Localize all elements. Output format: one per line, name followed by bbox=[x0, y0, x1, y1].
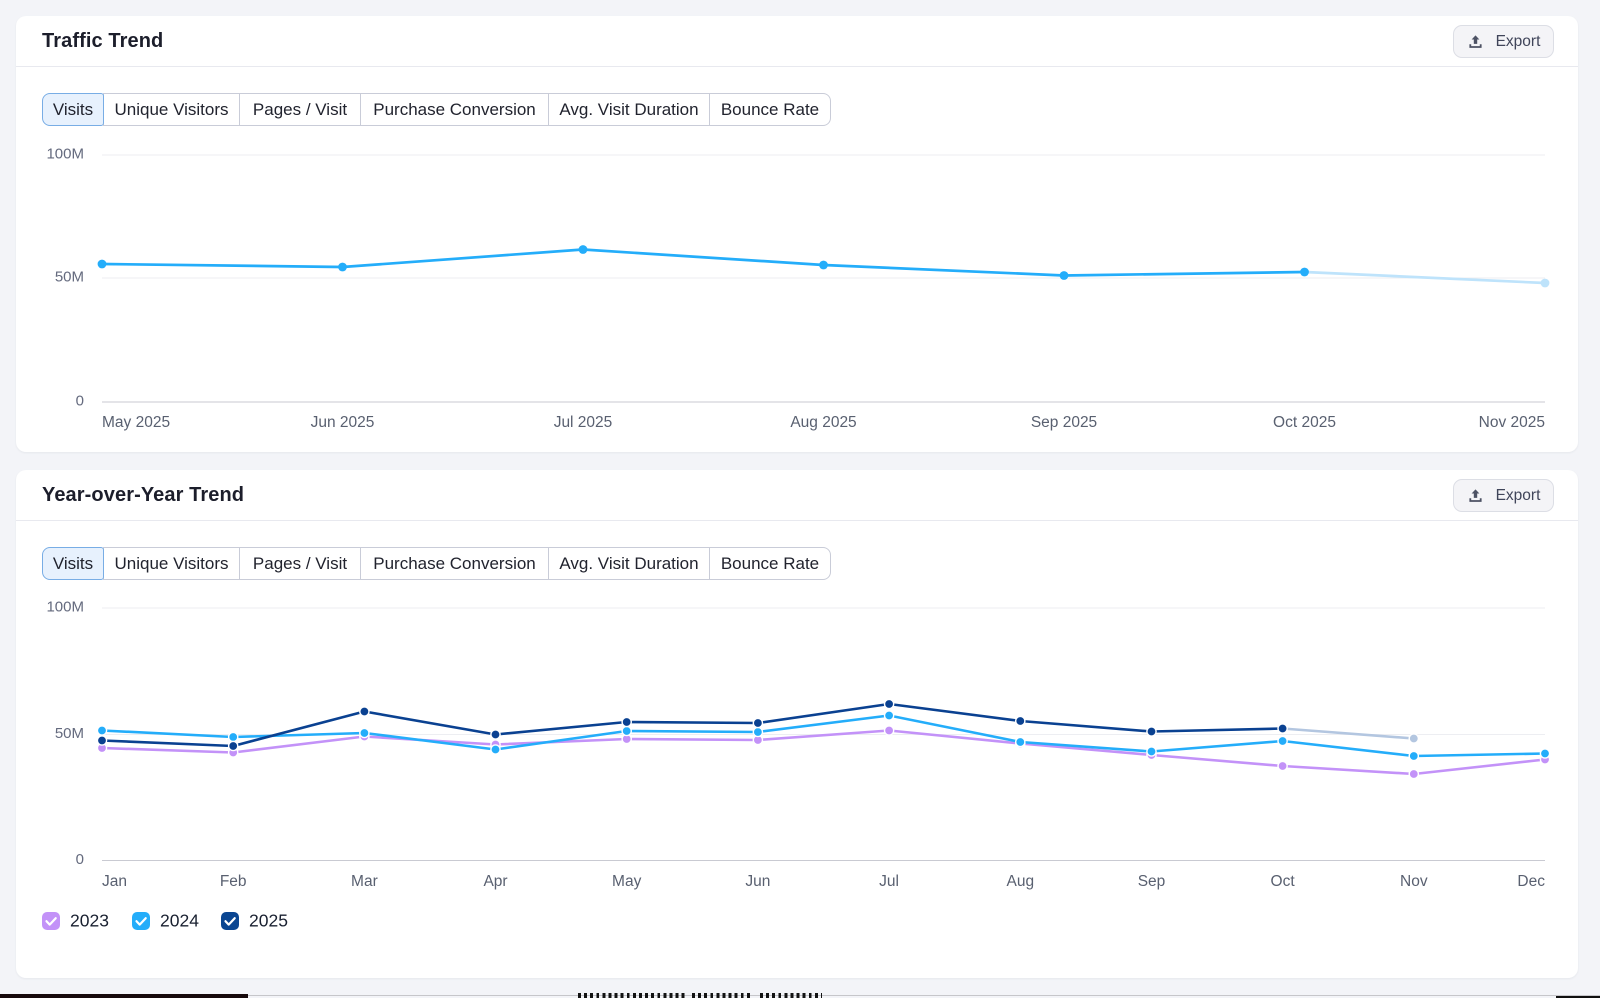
svg-text:2024: 2024 bbox=[160, 911, 199, 931]
svg-text:Dec: Dec bbox=[1517, 873, 1545, 890]
svg-text:50M: 50M bbox=[55, 725, 84, 742]
svg-text:2025: 2025 bbox=[249, 911, 288, 931]
svg-text:Oct 2025: Oct 2025 bbox=[1273, 414, 1336, 431]
svg-text:Jun: Jun bbox=[745, 873, 770, 890]
svg-text:Jan: Jan bbox=[102, 873, 127, 890]
svg-text:Jul: Jul bbox=[879, 873, 899, 890]
svg-text:Aug 2025: Aug 2025 bbox=[790, 414, 856, 431]
svg-text:Jun 2025: Jun 2025 bbox=[311, 414, 375, 431]
svg-text:Sep: Sep bbox=[1138, 873, 1166, 890]
svg-text:Nov 2025: Nov 2025 bbox=[1479, 414, 1545, 431]
svg-text:Feb: Feb bbox=[220, 873, 247, 890]
svg-text:Apr: Apr bbox=[483, 873, 507, 890]
svg-text:Mar: Mar bbox=[351, 873, 378, 890]
svg-text:0: 0 bbox=[76, 851, 84, 868]
svg-text:Nov: Nov bbox=[1400, 873, 1428, 890]
svg-text:100M: 100M bbox=[46, 599, 84, 616]
svg-text:2023: 2023 bbox=[70, 911, 109, 931]
svg-text:Oct: Oct bbox=[1271, 873, 1296, 890]
svg-text:Sep 2025: Sep 2025 bbox=[1031, 414, 1097, 431]
svg-text:100M: 100M bbox=[46, 146, 84, 163]
svg-text:0: 0 bbox=[76, 393, 84, 410]
svg-text:May: May bbox=[612, 873, 642, 890]
svg-text:Aug: Aug bbox=[1007, 873, 1035, 890]
svg-text:May 2025: May 2025 bbox=[102, 414, 170, 431]
svg-text:50M: 50M bbox=[55, 269, 84, 286]
svg-text:Jul 2025: Jul 2025 bbox=[554, 414, 613, 431]
